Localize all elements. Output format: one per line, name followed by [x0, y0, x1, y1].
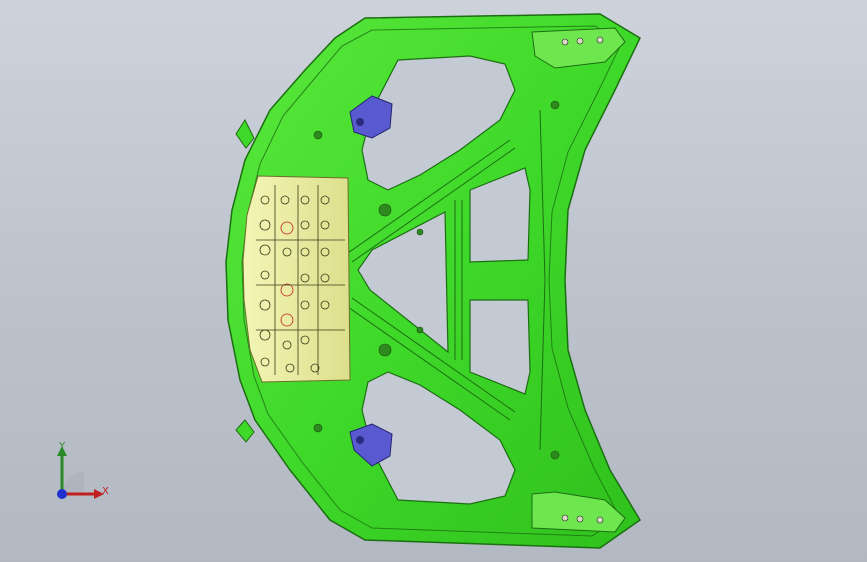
upper-bracket-bolt — [356, 118, 364, 126]
y-axis-label: Y — [59, 441, 66, 452]
front-insert-panel[interactable] — [242, 175, 351, 383]
lower-bracket-bolt — [356, 436, 364, 444]
coordinate-triad: Y X — [40, 440, 120, 510]
hood-model[interactable] — [0, 0, 867, 562]
triad-graphic — [57, 446, 104, 499]
z-axis-icon — [57, 489, 67, 499]
graphics-viewport[interactable]: Y X — [0, 0, 867, 562]
x-axis-label: X — [102, 486, 109, 497]
